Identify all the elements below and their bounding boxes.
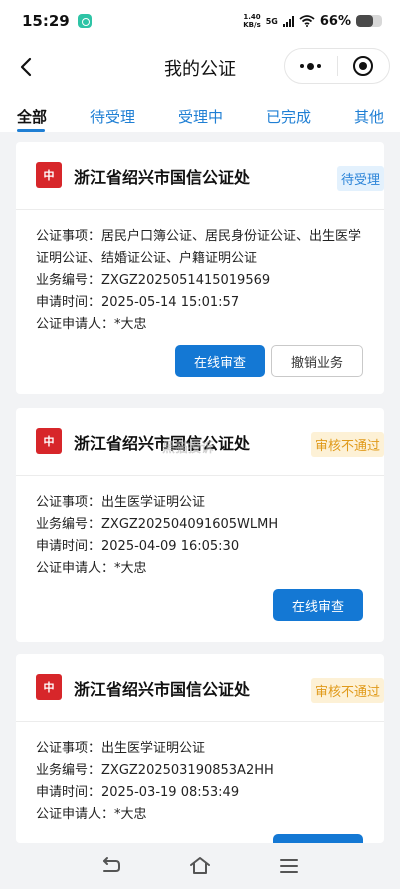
field-apply-time: 申请时间：2025-04-09 16:05:30	[36, 536, 384, 558]
org-logo-text: 中	[43, 168, 55, 182]
status-indicators: 1.40 KB/s 5G 66%	[243, 13, 382, 29]
net-speed-unit: KB/s	[243, 21, 261, 29]
field-value: 出生医学证明公证	[101, 741, 206, 756]
field-matter: 公证事项：居民户口簿公证、居民身份证公证、出生医学证明公证、结婚证公证、户籍证明…	[36, 226, 366, 270]
org-name: 浙江省绍兴市国信公证处	[74, 680, 251, 699]
home-icon	[190, 857, 210, 874]
card-body: 公证事项：居民户口簿公证、居民身份证公证、出生医学证明公证、结婚证公证、户籍证明…	[16, 210, 384, 336]
field-matter: 公证事项：出生医学证明公证	[36, 492, 384, 514]
field-label: 公证事项：	[36, 229, 102, 244]
battery-icon	[356, 15, 382, 27]
field-business-no: 业务编号：ZXGZ2025051415019569	[36, 270, 384, 292]
org-logo-text: 中	[43, 680, 55, 694]
menu-icon	[280, 859, 298, 873]
field-applicant: 公证申请人：*大忠	[36, 804, 384, 826]
more-button[interactable]	[285, 49, 337, 83]
system-back-button[interactable]	[99, 854, 123, 878]
field-value: 2025-05-14 15:01:57	[101, 295, 240, 310]
field-label: 申请时间：	[36, 295, 102, 310]
field-value: *大忠	[114, 561, 147, 576]
system-menu-button[interactable]	[277, 854, 301, 878]
tab-pending[interactable]: 待受理	[90, 106, 135, 127]
notary-card[interactable]: 中 浙江省绍兴市国信公证处 待受理 公证事项：居民户口簿公证、居民身份证公证、出…	[16, 142, 384, 394]
card-header: 中 浙江省绍兴市国信公证处 审核不通过	[16, 654, 384, 722]
watermark: 黑猫投诉	[162, 441, 215, 456]
return-icon	[103, 857, 120, 872]
field-value: 出生医学证明公证	[101, 495, 206, 510]
net-speed: 1.40 KB/s	[243, 13, 260, 29]
field-apply-time: 申请时间：2025-03-19 08:53:49	[36, 782, 384, 804]
network-type: 5G	[265, 16, 278, 26]
system-nav-bar	[0, 843, 400, 889]
field-label: 公证申请人：	[36, 561, 115, 576]
card-actions	[273, 834, 363, 843]
card-body: 公证事项：出生医学证明公证 业务编号：ZXGZ202503190853A2HH …	[16, 722, 384, 826]
field-value: *大忠	[114, 317, 147, 332]
signal-icon	[282, 15, 294, 27]
field-value: 2025-04-09 16:05:30	[101, 539, 240, 554]
nav-bar: 我的公证	[0, 42, 400, 92]
field-business-no: 业务编号：ZXGZ202504091605WLMH	[36, 514, 384, 536]
field-label: 申请时间：	[36, 785, 102, 800]
mini-program-capsule	[284, 48, 390, 84]
status-badge: 待受理	[336, 166, 384, 191]
field-label: 公证申请人：	[36, 807, 115, 822]
system-home-button[interactable]	[188, 854, 212, 878]
field-apply-time: 申请时间：2025-05-14 15:01:57	[36, 292, 384, 314]
target-circle-icon	[353, 56, 374, 76]
close-button[interactable]	[338, 49, 390, 83]
field-value: ZXGZ2025051415019569	[101, 273, 271, 288]
field-matter: 公证事项：出生医学证明公证	[36, 738, 384, 760]
wifi-icon	[299, 15, 315, 27]
tab-processing[interactable]: 受理中	[178, 106, 223, 127]
field-label: 业务编号：	[36, 517, 102, 532]
card-actions: 在线审查	[273, 589, 363, 621]
status-time: 15:29	[22, 12, 70, 30]
notary-card[interactable]: 中 浙江省绍兴市国信公证处 审核不通过 公证事项：出生医学证明公证 业务编号：Z…	[16, 654, 384, 843]
field-label: 公证事项：	[36, 741, 102, 756]
tab-completed[interactable]: 已完成	[266, 106, 311, 127]
field-value: 2025-03-19 08:53:49	[101, 785, 240, 800]
card-header: 中 浙江省绍兴市国信公证处 待受理	[16, 142, 384, 210]
field-label: 公证事项：	[36, 495, 102, 510]
online-review-button[interactable]: 在线审查	[175, 345, 265, 377]
notary-seal-logo: 中	[36, 674, 62, 700]
cancel-business-button[interactable]: 撤销业务	[271, 345, 363, 377]
status-badge: 审核不通过	[310, 678, 384, 703]
field-applicant: 公证申请人：*大忠	[36, 314, 384, 336]
net-speed-value: 1.40	[243, 13, 261, 21]
active-tab-indicator	[17, 129, 45, 132]
online-review-button[interactable]	[273, 834, 363, 843]
tab-all[interactable]: 全部	[17, 106, 47, 127]
field-value: *大忠	[114, 807, 147, 822]
card-actions: 在线审查 撤销业务	[175, 345, 363, 377]
org-name: 浙江省绍兴市国信公证处	[74, 168, 251, 187]
card-body: 公证事项：出生医学证明公证 业务编号：ZXGZ202504091605WLMH …	[16, 476, 384, 580]
app-notification-icon	[77, 14, 92, 28]
notary-seal-logo: 中	[36, 162, 62, 188]
field-applicant: 公证申请人：*大忠	[36, 558, 384, 580]
field-label: 业务编号：	[36, 273, 102, 288]
field-value: ZXGZ202504091605WLMH	[101, 517, 279, 532]
org-logo-text: 中	[43, 434, 55, 448]
field-label: 公证申请人：	[36, 317, 115, 332]
battery-fill	[356, 15, 374, 27]
notary-seal-logo: 中	[36, 428, 62, 454]
battery-percent: 66%	[319, 13, 351, 29]
field-label: 申请时间：	[36, 539, 102, 554]
tab-other[interactable]: 其他	[354, 106, 384, 127]
online-review-button[interactable]: 在线审查	[273, 589, 363, 621]
status-tabs: 全部 待受理 受理中 已完成 其他	[0, 92, 400, 132]
status-bar: 15:29 1.40 KB/s 5G 66%	[0, 0, 400, 42]
field-business-no: 业务编号：ZXGZ202503190853A2HH	[36, 760, 384, 782]
status-badge: 审核不通过	[310, 432, 384, 457]
more-dots-icon	[300, 62, 322, 70]
field-label: 业务编号：	[36, 763, 102, 778]
field-value: ZXGZ202503190853A2HH	[101, 763, 274, 778]
